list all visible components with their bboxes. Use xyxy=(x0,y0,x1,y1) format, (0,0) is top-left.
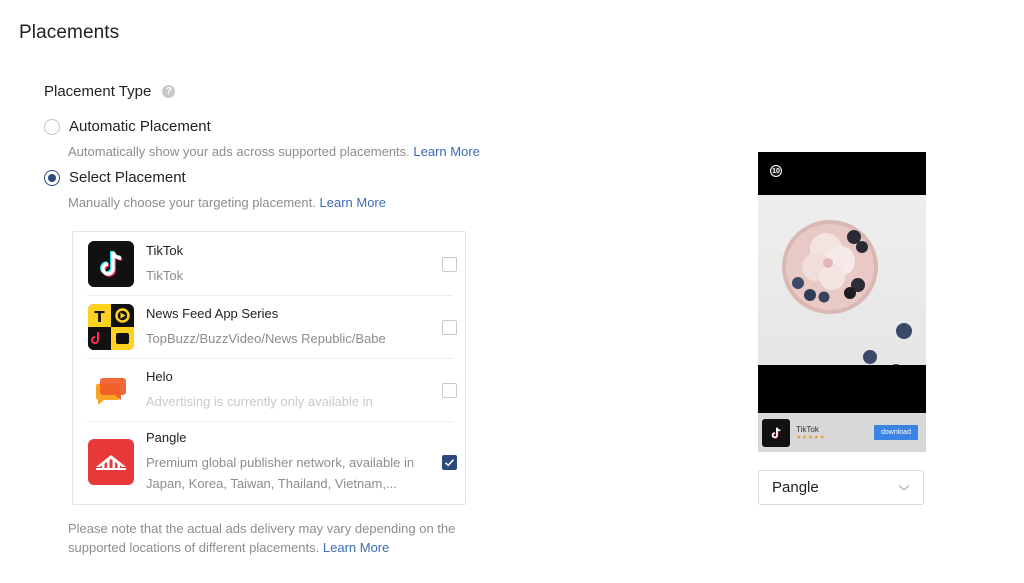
placement-name: News Feed App Series xyxy=(146,305,279,321)
placement-subtitle: TikTok xyxy=(146,267,184,283)
automatic-learn-more-link[interactable]: Learn More xyxy=(413,144,479,159)
preview-ad-bar: TikTok ★★★★★ download xyxy=(758,413,926,452)
automatic-placement-label: Automatic Placement xyxy=(69,118,211,135)
placement-name: Pangle xyxy=(146,430,187,445)
check-icon xyxy=(444,459,455,467)
helo-checkbox xyxy=(442,383,457,398)
tiktok-checkbox[interactable] xyxy=(442,257,457,272)
preview-placement-select-value: Pangle xyxy=(772,479,819,496)
pangle-checkbox[interactable] xyxy=(442,455,457,470)
select-placement-radio[interactable]: Select Placement xyxy=(44,169,186,186)
delivery-note: Please note that the actual ads delivery… xyxy=(68,519,508,557)
help-icon[interactable]: ? xyxy=(162,85,176,98)
ad-preview: 10 TikTok ★★★★★ download xyxy=(758,152,926,452)
automatic-placement-description-text: Automatically show your ads across suppo… xyxy=(68,144,410,159)
radio-circle-select[interactable] xyxy=(44,169,60,186)
helo-app-icon xyxy=(88,367,134,413)
preview-rating-stars: ★★★★★ xyxy=(796,434,826,441)
placement-name: Helo xyxy=(146,368,173,384)
placement-name: TikTok xyxy=(146,242,184,258)
placement-type-text: Placement Type xyxy=(44,83,152,100)
pangle-app-icon xyxy=(88,439,134,485)
radio-circle-automatic[interactable] xyxy=(44,118,60,135)
placement-subtitle: Premium global publisher network, availa… xyxy=(146,455,415,491)
preview-placement-select[interactable]: Pangle xyxy=(758,470,924,505)
placement-list: TikTok TikTok T News Feed App Series Top… xyxy=(72,231,466,505)
note-learn-more-link[interactable]: Learn More xyxy=(323,540,389,555)
select-placement-description-text: Manually choose your targeting placement… xyxy=(68,195,316,210)
placement-item-helo: Helo Advertising is currently only avail… xyxy=(87,359,457,422)
placement-item-tiktok[interactable]: TikTok TikTok xyxy=(87,233,457,296)
select-placement-description: Manually choose your targeting placement… xyxy=(68,195,386,210)
placement-item-news-feed[interactable]: T News Feed App Series TopBuzz/BuzzVideo… xyxy=(87,296,457,359)
svg-text:T: T xyxy=(94,308,105,326)
delivery-note-text: Please note that the actual ads delivery… xyxy=(68,521,456,555)
section-title: Placements xyxy=(19,22,120,43)
placement-subtitle: TopBuzz/BuzzVideo/News Republic/Babe xyxy=(146,330,386,346)
tiktok-app-icon xyxy=(88,241,134,287)
timer-badge: 10 xyxy=(770,165,782,177)
news-feed-checkbox[interactable] xyxy=(442,320,457,335)
automatic-placement-description: Automatically show your ads across suppo… xyxy=(68,144,480,159)
preview-download-button[interactable]: download xyxy=(874,425,918,440)
select-placement-label: Select Placement xyxy=(69,169,186,186)
preview-image xyxy=(758,195,926,365)
placement-item-pangle[interactable]: Pangle Premium global publisher network,… xyxy=(87,422,457,502)
select-learn-more-link[interactable]: Learn More xyxy=(320,195,386,210)
preview-app-name: TikTok xyxy=(796,424,819,434)
chevron-down-icon xyxy=(898,484,910,491)
placement-type-label: Placement Type ? xyxy=(44,83,176,100)
placement-subtitle: Advertising is currently only available … xyxy=(146,393,373,409)
automatic-placement-radio[interactable]: Automatic Placement xyxy=(44,118,211,135)
tiktok-preview-icon xyxy=(762,418,790,447)
news-feed-app-icon: T xyxy=(88,304,134,350)
